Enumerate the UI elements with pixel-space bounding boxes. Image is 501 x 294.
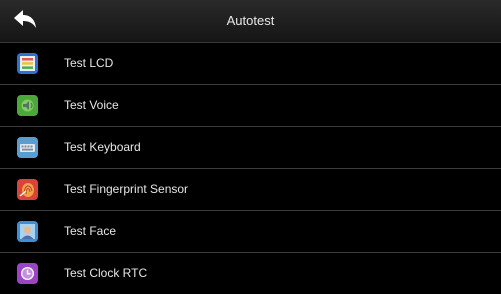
back-button[interactable] [0,0,52,42]
clock-test-icon [17,263,38,284]
menu-item-test-voice[interactable]: Test Voice [0,85,501,127]
menu-item-label: Test Face [64,224,117,238]
title-bar: Autotest [0,0,501,43]
menu-item-test-lcd[interactable]: Test LCD [0,43,501,85]
menu-item-label: Test Voice [64,98,119,112]
autotest-screen: Autotest Test LCD Test Voice Test Keyboa… [0,0,501,294]
autotest-menu-list: Test LCD Test Voice Test Keyboard Test F… [0,43,501,294]
lcd-test-icon [17,53,38,74]
face-test-icon [17,221,38,242]
menu-item-label: Test Fingerprint Sensor [64,182,189,196]
page-title: Autotest [226,13,275,28]
menu-item-label: Test Keyboard [64,140,141,154]
fingerprint-test-icon [17,179,38,200]
menu-item-label: Test Clock RTC [64,266,148,280]
back-arrow-icon [14,10,36,28]
menu-item-test-clock-rtc[interactable]: Test Clock RTC [0,253,501,294]
menu-item-test-fingerprint-sensor[interactable]: Test Fingerprint Sensor [0,169,501,211]
menu-item-test-keyboard[interactable]: Test Keyboard [0,127,501,169]
voice-test-icon [17,95,38,116]
keyboard-test-icon [17,137,38,158]
menu-item-label: Test LCD [64,56,114,70]
menu-item-test-face[interactable]: Test Face [0,211,501,253]
